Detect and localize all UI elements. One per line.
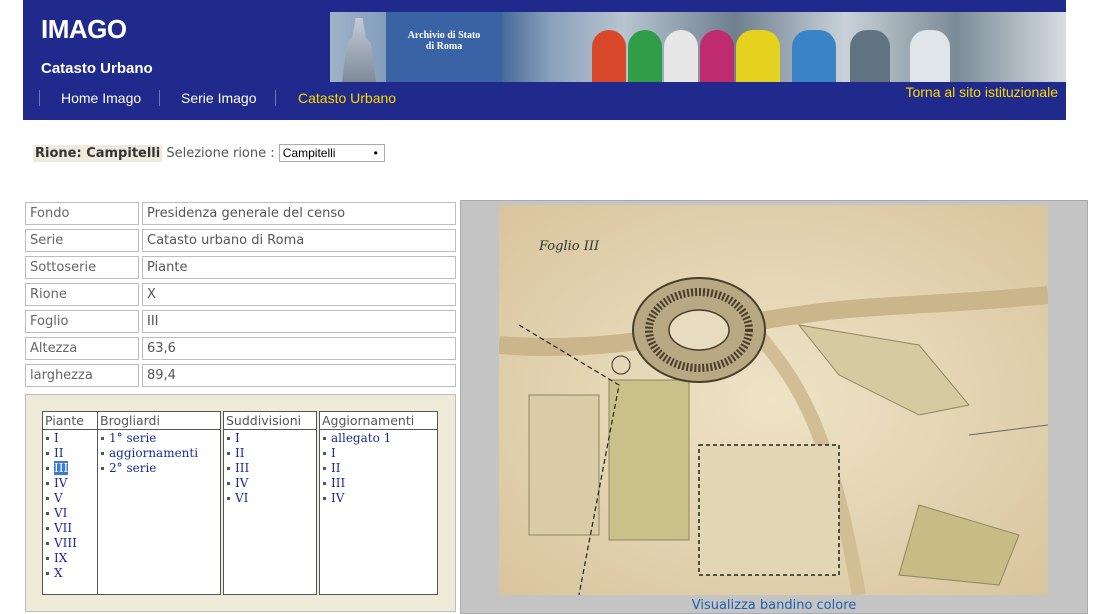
map-viewer: Foglio III Visualizza bandino colore [460, 200, 1088, 614]
rione-selector-bar: Rione: Campitelli Selezione rione : Camp… [33, 144, 385, 164]
list-item[interactable]: VI [46, 506, 94, 521]
banner-arch [736, 30, 780, 82]
site-title: IMAGO [41, 14, 127, 44]
list-item[interactable]: II [46, 446, 94, 461]
metadata-row: Rione X [25, 281, 456, 308]
metadata-value: III [142, 310, 456, 333]
list-item[interactable]: X [46, 566, 94, 581]
header-banner-image: Archivio di Stato di Roma [330, 12, 1066, 82]
brogliardi-listbox[interactable]: 1° serie aggiornamenti 2° serie [97, 429, 221, 595]
list-item-selected[interactable]: III [46, 461, 94, 476]
list-item[interactable]: VIII [46, 536, 94, 551]
dropdown-bullet-icon: • [373, 146, 378, 160]
metadata-key: Fondo [25, 202, 139, 225]
list-item[interactable]: VI [227, 491, 313, 506]
list-item[interactable]: III [323, 476, 434, 491]
nav-separator [159, 90, 160, 106]
rione-title: Rione: Campitelli [33, 145, 163, 162]
nav-home-imago[interactable]: Home Imago [61, 90, 141, 106]
rione-select-value: Campitelli [282, 146, 336, 160]
metadata-row: Altezza 63,6 [25, 335, 456, 362]
metadata-key: Altezza [25, 337, 139, 360]
list-item[interactable]: VII [46, 521, 94, 536]
list-item[interactable]: 1° serie [101, 431, 217, 446]
list-item[interactable]: III [227, 461, 313, 476]
metadata-value: X [142, 283, 456, 306]
list-item[interactable]: II [227, 446, 313, 461]
banner-arch [792, 30, 836, 82]
brogliardi-list: Brogliardi 1° serie aggiornamenti 2° ser… [97, 411, 221, 595]
rione-select-label: Selezione rione : [166, 146, 275, 161]
map-drawing: Foglio III [499, 205, 1048, 595]
archive-logo: Archivio di Stato di Roma [386, 12, 502, 82]
list-item[interactable]: IV [46, 476, 94, 491]
aggiornamenti-listbox[interactable]: allegato 1 I II III IV [319, 429, 438, 595]
list-item[interactable]: I [46, 431, 94, 446]
nav-serie-imago[interactable]: Serie Imago [181, 90, 256, 106]
list-item[interactable]: 2° serie [101, 461, 217, 476]
banner-arch [664, 30, 698, 82]
metadata-table: Fondo Presidenza generale del censo Seri… [25, 200, 456, 389]
piante-list: Piante I II III IV V VI VII VIII IX X [42, 411, 98, 595]
banner-arch [700, 30, 734, 82]
suddivisioni-list: Suddivisioni I II III IV VI [223, 411, 317, 595]
list-item[interactable]: I [227, 431, 313, 446]
metadata-value: 89,4 [142, 364, 456, 387]
metadata-key: Serie [25, 229, 139, 252]
cadastral-map-image[interactable]: Foglio III [499, 205, 1048, 595]
banner-arch [850, 30, 890, 82]
metadata-row: Fondo Presidenza generale del censo [25, 200, 456, 227]
metadata-value: Presidenza generale del censo [142, 202, 456, 225]
list-item[interactable]: IV [323, 491, 434, 506]
lists-panel: Piante I II III IV V VI VII VIII IX X Br… [25, 394, 456, 612]
view-color-band-link[interactable]: Visualizza bandino colore [461, 598, 1087, 613]
list-item[interactable]: IX [46, 551, 94, 566]
nav-separator [39, 90, 40, 106]
metadata-value: 63,6 [142, 337, 456, 360]
suddivisioni-listbox[interactable]: I II III IV VI [223, 429, 317, 595]
suddivisioni-header: Suddivisioni [223, 411, 317, 429]
metadata-value: Piante [142, 256, 456, 279]
banner-arch [910, 30, 950, 82]
rione-select[interactable]: Campitelli • [278, 144, 385, 162]
metadata-row: Sottoserie Piante [25, 254, 456, 281]
piante-listbox[interactable]: I II III IV V VI VII VIII IX X [42, 429, 98, 595]
metadata-key: Rione [25, 283, 139, 306]
brogliardi-header: Brogliardi [97, 411, 221, 429]
metadata-row: Foglio III [25, 308, 456, 335]
metadata-value: Catasto urbano di Roma [142, 229, 456, 252]
dome-tower-image [342, 18, 376, 82]
metadata-key: Sottoserie [25, 256, 139, 279]
aggiornamenti-list: Aggiornamenti allegato 1 I II III IV [319, 411, 438, 595]
aggiornamenti-header: Aggiornamenti [319, 411, 438, 429]
main-nav: Home Imago Serie Imago Catasto Urbano To… [23, 84, 1066, 112]
site-header: IMAGO Catasto Urbano Archivio di Stato d… [23, 0, 1066, 120]
metadata-key: larghezza [25, 364, 139, 387]
return-to-site-link[interactable]: Torna al sito istituzionale [905, 84, 1058, 100]
map-sheet-label: Foglio III [538, 239, 600, 254]
banner-arch [628, 30, 662, 82]
metadata-row: larghezza 89,4 [25, 362, 456, 389]
piante-header: Piante [42, 411, 98, 429]
list-item[interactable]: allegato 1 [323, 431, 434, 446]
nav-separator [275, 90, 276, 106]
metadata-row: Serie Catasto urbano di Roma [25, 227, 456, 254]
banner-arch [592, 30, 626, 82]
list-item[interactable]: IV [227, 476, 313, 491]
list-item[interactable]: I [323, 446, 434, 461]
site-subtitle: Catasto Urbano [41, 60, 153, 77]
nav-catasto-urbano[interactable]: Catasto Urbano [298, 90, 396, 106]
metadata-key: Foglio [25, 310, 139, 333]
list-item[interactable]: V [46, 491, 94, 506]
list-item[interactable]: II [323, 461, 434, 476]
list-item[interactable]: aggiornamenti [101, 446, 217, 461]
